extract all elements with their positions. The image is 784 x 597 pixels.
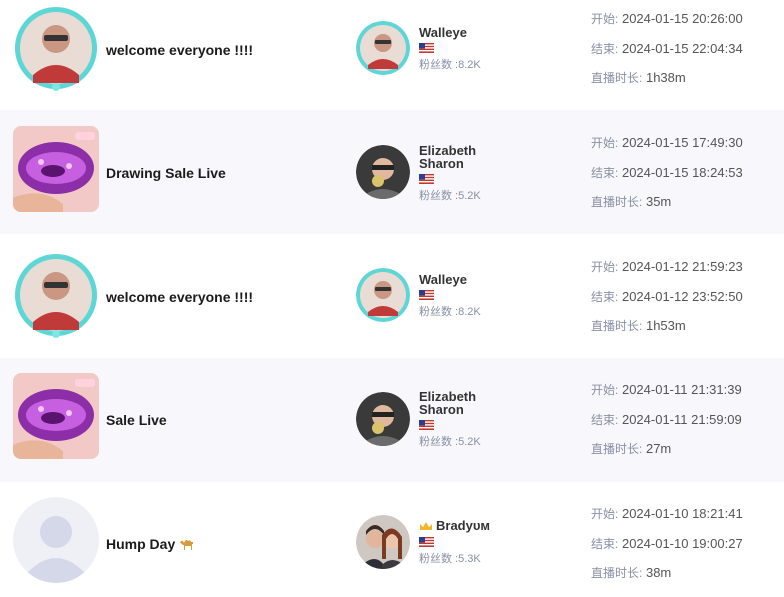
stream-row[interactable]: welcome everyone !!!! Walleye 粉丝数 :8.2K: [0, 0, 784, 110]
duration: 直播时长: 1h38m: [591, 70, 686, 86]
duration: 直播时长: 35m: [591, 194, 672, 210]
stream-times: 开始: 2024-01-11 21:31:39 结束: 2024-01-11 2…: [591, 383, 781, 472]
follower-count: 粉丝数 :8.2K: [419, 306, 481, 318]
stream-thumbnail[interactable]: [13, 5, 99, 91]
start-time: 开始: 2024-01-12 21:59:23: [591, 259, 743, 275]
host-info: Bradyᴜᴍ 粉丝数 :5.3K: [419, 519, 569, 566]
stream-thumbnail[interactable]: [13, 497, 99, 583]
host-info: Elizabeth Sharon 粉丝数 :5.2K: [419, 390, 569, 449]
end-time: 结束: 2024-01-15 22:04:34: [591, 40, 743, 56]
stream-title[interactable]: Drawing Sale Live: [106, 165, 226, 181]
host-info: Walleye 粉丝数 :8.2K: [419, 273, 569, 319]
start-time: 开始: 2024-01-15 20:26:00: [591, 11, 743, 27]
host-name[interactable]: Walleye: [419, 273, 569, 286]
host-name[interactable]: Bradyᴜᴍ: [419, 519, 569, 533]
us-flag-icon: [419, 43, 434, 53]
live-stream-list: welcome everyone !!!! Walleye 粉丝数 :8.2K: [0, 0, 784, 597]
start-time: 开始: 2024-01-10 18:21:41: [591, 506, 743, 522]
stream-times: 开始: 2024-01-10 18:21:41 结束: 2024-01-10 1…: [591, 507, 781, 596]
follower-count: 粉丝数 :8.2K: [419, 59, 481, 71]
stream-times: 开始: 2024-01-12 21:59:23 结束: 2024-01-12 2…: [591, 260, 781, 349]
host-avatar[interactable]: [356, 392, 410, 446]
host-name-line2: Sharon: [419, 402, 464, 417]
host-avatar[interactable]: [356, 21, 410, 75]
stream-times: 开始: 2024-01-15 17:49:30 结束: 2024-01-15 1…: [591, 136, 781, 225]
us-flag-icon: [419, 290, 434, 300]
stream-thumbnail[interactable]: [13, 373, 99, 459]
stream-row[interactable]: Hump Day Bradyᴜᴍ 粉丝数:5.3K 开始: 2024-01-1…: [0, 482, 784, 597]
stream-thumbnail[interactable]: [13, 252, 99, 338]
stream-title[interactable]: welcome everyone !!!!: [106, 42, 253, 58]
host-avatar[interactable]: [356, 515, 410, 569]
host-avatar[interactable]: [356, 145, 410, 199]
end-time: 结束: 2024-01-11 21:59:09: [591, 411, 742, 427]
stream-row[interactable]: Drawing Sale Live Elizabeth Sharon 粉丝数:…: [0, 110, 784, 234]
host-name-line2: Sharon: [419, 156, 464, 171]
stream-thumbnail[interactable]: [13, 126, 99, 212]
crown-icon: [419, 520, 433, 533]
start-time: 开始: 2024-01-15 17:49:30: [591, 135, 743, 151]
stream-title[interactable]: Sale Live: [106, 412, 167, 428]
stream-title[interactable]: Hump Day: [106, 536, 195, 554]
duration: 直播时长: 27m: [591, 441, 672, 457]
duration: 直播时长: 1h53m: [591, 318, 686, 334]
us-flag-icon: [419, 420, 434, 430]
us-flag-icon: [419, 537, 434, 547]
host-avatar[interactable]: [356, 268, 410, 322]
stream-times: 开始: 2024-01-15 20:26:00 结束: 2024-01-15 2…: [591, 12, 781, 101]
stream-row[interactable]: welcome everyone !!!! Walleye 粉丝数 :8.2K: [0, 234, 784, 358]
us-flag-icon: [419, 174, 434, 184]
host-info: Elizabeth Sharon 粉丝数 :5.2K: [419, 144, 569, 203]
end-time: 结束: 2024-01-10 19:00:27: [591, 535, 743, 551]
duration: 直播时长: 38m: [591, 565, 672, 581]
follower-count: 粉丝数 :5.2K: [419, 436, 481, 448]
end-time: 结束: 2024-01-15 18:24:53: [591, 164, 743, 180]
stream-row[interactable]: Sale Live Elizabeth Sharon 粉丝数 :5.2K 开始:…: [0, 358, 784, 482]
follower-count: 粉丝数 :5.2K: [419, 190, 481, 202]
stream-title[interactable]: welcome everyone !!!!: [106, 289, 253, 305]
start-time: 开始: 2024-01-11 21:31:39: [591, 382, 742, 398]
host-info: Walleye 粉丝数 :8.2K: [419, 26, 569, 72]
follower-count: 粉丝数 :5.3K: [419, 553, 481, 565]
end-time: 结束: 2024-01-12 23:52:50: [591, 288, 743, 304]
default-avatar-icon: [13, 497, 99, 583]
host-name[interactable]: Walleye: [419, 26, 569, 39]
camel-icon: [179, 537, 195, 554]
